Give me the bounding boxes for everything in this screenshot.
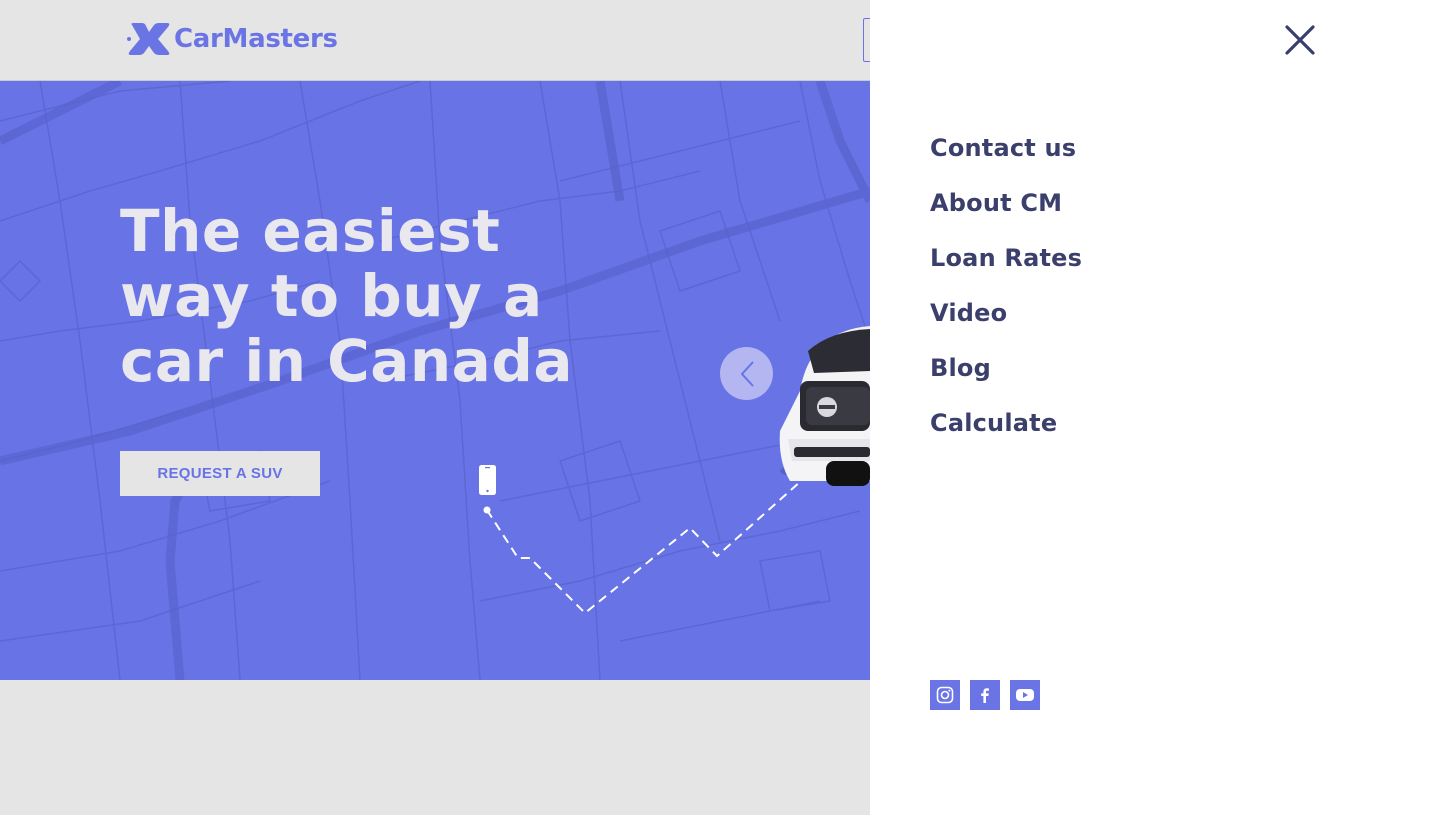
request-suv-button[interactable]: REQUEST A SUV bbox=[120, 451, 320, 496]
facebook-icon bbox=[981, 688, 989, 703]
nav-about-cm[interactable]: About CM bbox=[930, 181, 1082, 236]
youtube-button[interactable] bbox=[1010, 680, 1040, 710]
nav-loan-rates[interactable]: Loan Rates bbox=[930, 236, 1082, 291]
carmasters-x-logo-icon bbox=[127, 23, 170, 55]
facebook-button[interactable] bbox=[970, 680, 1000, 710]
nav-contact-us[interactable]: Contact us bbox=[930, 126, 1082, 181]
carousel-prev-button[interactable] bbox=[720, 347, 773, 400]
logo[interactable]: CarMasters bbox=[126, 20, 338, 58]
close-icon bbox=[1285, 25, 1315, 55]
social-links bbox=[930, 680, 1040, 710]
smartphone-icon bbox=[479, 465, 496, 495]
nav-calculate[interactable]: Calculate bbox=[930, 401, 1082, 456]
nav-blog[interactable]: Blog bbox=[930, 346, 1082, 401]
brand-name: CarMasters bbox=[174, 24, 338, 54]
chevron-left-icon bbox=[740, 360, 754, 387]
instagram-button[interactable] bbox=[930, 680, 960, 710]
close-button[interactable] bbox=[1282, 22, 1318, 58]
instagram-icon bbox=[936, 686, 954, 704]
youtube-icon bbox=[1016, 689, 1034, 701]
drawer-nav: Contact us About CM Loan Rates Video Blo… bbox=[930, 126, 1082, 456]
side-drawer-menu: Contact us About CM Loan Rates Video Blo… bbox=[870, 0, 1440, 815]
hero-title: The easiest way to buy a car in Canada bbox=[120, 197, 573, 395]
nav-video[interactable]: Video bbox=[930, 291, 1082, 346]
